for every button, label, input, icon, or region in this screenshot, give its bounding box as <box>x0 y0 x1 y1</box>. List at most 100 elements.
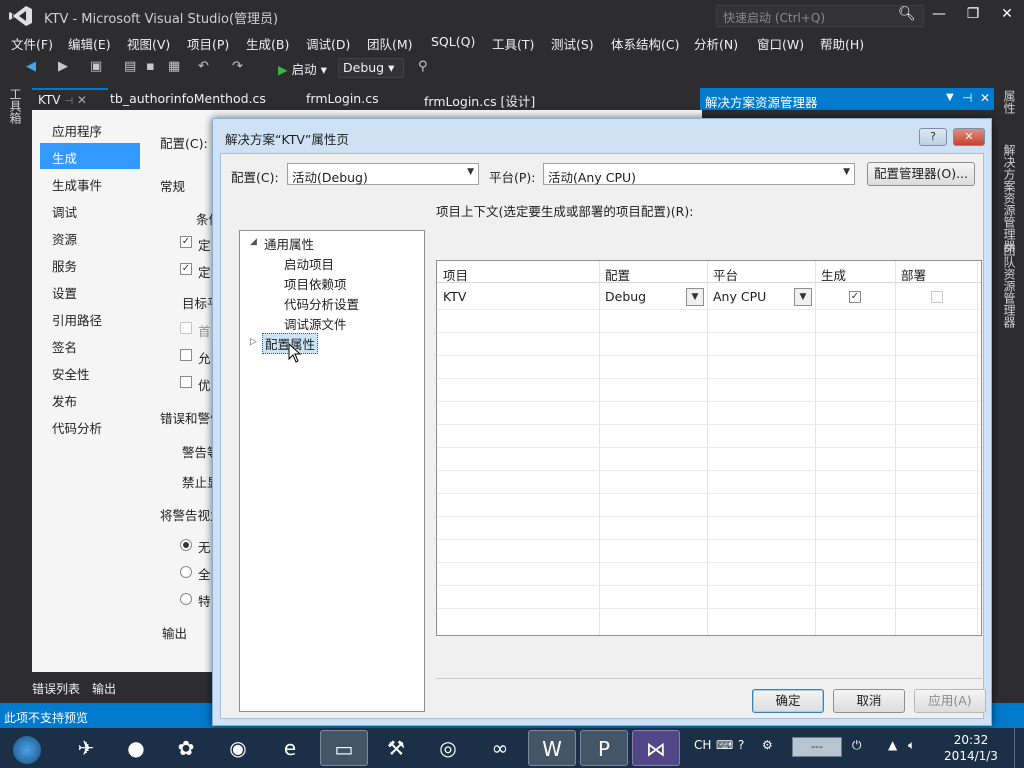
network-meter[interactable]: --- <box>792 737 842 757</box>
tab-frmlogin[interactable]: frmLogin.cs <box>306 91 379 106</box>
dialog-close-button[interactable]: ✕ <box>953 128 985 146</box>
tab-error-list[interactable]: 错误列表 <box>32 680 80 697</box>
tab-ktv[interactable]: KTV ⊣ ✕ <box>32 88 108 110</box>
taskbar-qq-icon[interactable]: ● <box>112 730 160 766</box>
build-checkbox[interactable]: ✓ <box>849 291 861 303</box>
tab-frmlogin-design[interactable]: frmLogin.cs [设计] <box>424 91 535 110</box>
taskbar-ie-icon[interactable]: e <box>266 730 314 766</box>
taskbar-visual-studio-icon[interactable]: ⋈ <box>632 730 680 766</box>
optimize-code-checkbox[interactable] <box>180 376 192 388</box>
taskbar-app-icon[interactable]: ✿ <box>162 730 210 766</box>
menu-sql[interactable]: SQL(Q) <box>431 34 475 49</box>
sidebar-item-security[interactable]: 安全性 <box>40 359 140 385</box>
settings-icon[interactable]: ⚙ <box>762 738 773 752</box>
input-language[interactable]: CH <box>694 738 711 752</box>
collapse-icon[interactable]: ◢ <box>250 237 257 247</box>
maximize-button[interactable]: ❐ <box>960 6 986 26</box>
minimize-button[interactable]: — <box>926 6 952 26</box>
sidebar-item-build-events[interactable]: 生成事件 <box>40 170 140 196</box>
power-icon[interactable]: ⏻ <box>852 738 862 753</box>
team-explorer-tab[interactable]: 团队资源管理器 <box>1000 244 1018 328</box>
tab-output[interactable]: 输出 <box>92 680 116 697</box>
sidebar-item-publish[interactable]: 发布 <box>40 386 140 412</box>
ok-button[interactable]: 确定 <box>752 689 824 713</box>
search-icon[interactable]: 🔍︎ <box>898 6 916 22</box>
taskbar-vs-express-icon[interactable]: ∞ <box>476 730 524 766</box>
config-combobox[interactable]: 活动(Debug) ▼ <box>287 163 479 185</box>
menu-help[interactable]: 帮助(H) <box>820 34 864 53</box>
toolbox-tab[interactable]: 工具箱 <box>8 88 24 124</box>
taskbar-search-icon[interactable]: ◎ <box>424 730 472 766</box>
help-button[interactable]: ? <box>919 128 947 146</box>
dropdown-icon[interactable]: ▼ <box>946 92 954 103</box>
clock[interactable]: 20:32 2014/1/3 <box>940 732 1002 764</box>
new-project-icon[interactable]: ▣ <box>90 59 102 74</box>
pin-icon[interactable]: ⊣ <box>64 96 73 107</box>
define-trace-checkbox[interactable]: ✓ <box>180 263 192 275</box>
deploy-checkbox[interactable] <box>931 291 943 303</box>
keyboard-icon[interactable]: ⌨ <box>716 738 733 752</box>
sidebar-item-debug[interactable]: 调试 <box>40 197 140 223</box>
close-button[interactable]: ✕ <box>994 6 1020 26</box>
config-dropdown-icon[interactable]: ▼ <box>686 288 704 306</box>
column-header-build[interactable]: 生成 <box>815 261 895 283</box>
sidebar-item-signing[interactable]: 签名 <box>40 332 140 358</box>
show-hidden-icons-icon[interactable]: ▲ <box>888 738 897 752</box>
treat-all-radio[interactable] <box>180 566 192 578</box>
prefer-32bit-checkbox[interactable] <box>180 322 192 334</box>
column-header-deploy[interactable]: 部署 <box>895 261 981 283</box>
config-manager-button[interactable]: 配置管理器(O)... <box>867 162 975 186</box>
undo-icon[interactable]: ↶ <box>198 59 209 74</box>
tree-node-debug-source[interactable]: 调试源文件 <box>284 314 347 333</box>
sidebar-item-build[interactable]: 生成 <box>40 143 140 169</box>
define-debug-checkbox[interactable]: ✓ <box>180 236 192 248</box>
menu-project[interactable]: 项目(P) <box>187 34 229 53</box>
menu-analyze[interactable]: 分析(N) <box>694 34 738 53</box>
sidebar-item-resources[interactable]: 资源 <box>40 224 140 250</box>
taskbar-chrome-icon[interactable]: ◉ <box>214 730 262 766</box>
save-icon[interactable]: ▪ <box>146 59 155 74</box>
save-all-icon[interactable]: ▦ <box>168 59 180 74</box>
taskbar-word-icon[interactable]: W <box>528 730 576 766</box>
menu-architecture[interactable]: 体系结构(C) <box>611 34 679 53</box>
start-button[interactable] <box>2 730 52 766</box>
menu-team[interactable]: 团队(M) <box>367 34 413 53</box>
expand-icon[interactable]: ▷ <box>250 337 257 347</box>
redo-icon[interactable]: ↷ <box>232 59 243 74</box>
start-debugging-button[interactable]: ▶ 启动 ▾ <box>278 59 327 78</box>
properties-tab[interactable]: 属性 <box>1000 90 1018 114</box>
tree-node-code-analysis[interactable]: 代码分析设置 <box>284 294 359 313</box>
volume-icon[interactable]: 🔈︎ <box>908 738 915 753</box>
treat-specific-radio[interactable] <box>180 593 192 605</box>
back-icon[interactable]: ◀ <box>26 59 36 74</box>
taskbar-app-bird-icon[interactable]: ✈ <box>62 730 110 766</box>
menu-debug[interactable]: 调试(D) <box>306 34 350 53</box>
tree-node-startup[interactable]: 启动项目 <box>284 254 334 273</box>
open-file-icon[interactable]: ▤ <box>124 59 136 74</box>
taskbar-powerpoint-icon[interactable]: P <box>580 730 628 766</box>
sidebar-item-application[interactable]: 应用程序 <box>40 116 140 142</box>
help-icon[interactable]: ? <box>738 738 744 752</box>
platform-dropdown-icon[interactable]: ▼ <box>794 288 812 306</box>
menu-file[interactable]: 文件(F) <box>11 34 53 53</box>
treat-none-radio[interactable] <box>180 539 192 551</box>
tree-node-common[interactable]: 通用属性 <box>264 234 314 253</box>
menu-view[interactable]: 视图(V) <box>127 34 170 53</box>
tree-node-dependencies[interactable]: 项目依赖项 <box>284 274 347 293</box>
platform-combobox[interactable]: 活动(Any CPU) ▼ <box>543 163 855 185</box>
allow-unsafe-checkbox[interactable] <box>180 349 192 361</box>
menu-build[interactable]: 生成(B) <box>246 34 289 53</box>
column-header-project[interactable]: 项目 <box>437 261 599 283</box>
sidebar-item-code-analysis[interactable]: 代码分析 <box>40 413 140 439</box>
find-in-files-icon[interactable]: ⚲ <box>418 59 428 74</box>
menu-edit[interactable]: 编辑(E) <box>68 34 111 53</box>
column-header-config[interactable]: 配置 <box>599 261 707 283</box>
solution-config-select[interactable]: Debug ▾ <box>338 58 404 78</box>
close-tab-icon[interactable]: ✕ <box>77 93 87 107</box>
menu-test[interactable]: 测试(S) <box>551 34 594 53</box>
taskbar-tools-icon[interactable]: ⚒ <box>372 730 420 766</box>
column-header-platform[interactable]: 平台 <box>707 261 815 283</box>
tab-authorinfo[interactable]: tb_authorinfoMenthod.cs <box>110 91 266 106</box>
sidebar-item-services[interactable]: 服务 <box>40 251 140 277</box>
solution-explorer-tab[interactable]: 解决方案资源管理器 <box>1000 144 1018 252</box>
